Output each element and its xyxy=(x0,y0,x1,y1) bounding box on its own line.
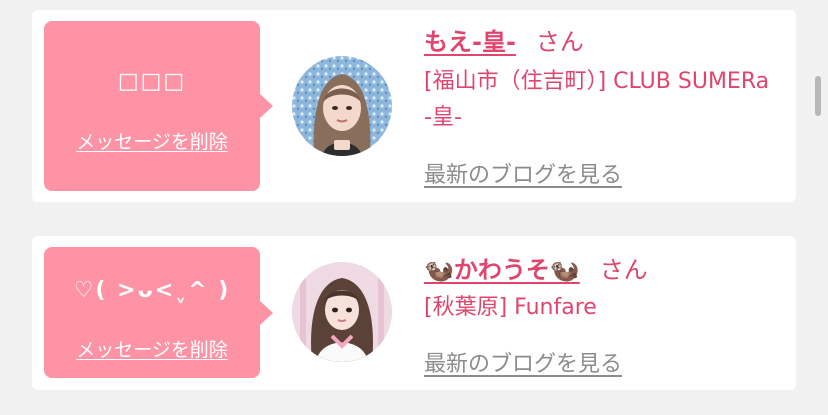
avatar-photo xyxy=(292,262,392,362)
message-card: ♡( >ᴗ<ˬ^ ) メッセージを削除 🦦かわうそ🦦 さん [秋葉原] Funfa… xyxy=(32,236,796,390)
scrollbar-thumb[interactable] xyxy=(815,76,821,116)
shop-info: [福山市（住吉町）] CLUB SUMERa -皇- xyxy=(424,69,770,130)
honorific: さん xyxy=(599,256,648,284)
message-bubble: ♡( >ᴗ<ˬ^ ) メッセージを削除 xyxy=(44,247,273,378)
shop-info: [秋葉原] Funfare xyxy=(424,295,597,320)
sender-name-link[interactable]: もえ-皇- xyxy=(424,28,516,56)
avatar-photo xyxy=(292,56,392,156)
honorific: さん xyxy=(535,28,584,56)
latest-blog-link[interactable]: 最新のブログを見る xyxy=(424,157,622,189)
message-text: ♡( >ᴗ<ˬ^ ) xyxy=(73,278,231,303)
sender-name-line: もえ-皇- さん xyxy=(424,22,584,57)
delete-message-link[interactable]: メッセージを削除 xyxy=(44,127,260,154)
sender-name-link[interactable]: 🦦かわうそ🦦 xyxy=(424,256,580,284)
message-bubble: □□□ メッセージを削除 xyxy=(44,21,273,191)
message-card: □□□ メッセージを削除 もえ-皇- さん [福山市（住吉町）] CLUB SU… xyxy=(32,10,796,202)
latest-blog-link[interactable]: 最新のブログを見る xyxy=(424,346,622,378)
avatar[interactable] xyxy=(292,262,392,362)
sender-name-line: 🦦かわうそ🦦 さん xyxy=(424,250,648,285)
message-text: □□□ xyxy=(117,69,187,94)
avatar[interactable] xyxy=(292,56,392,156)
delete-message-link[interactable]: メッセージを削除 xyxy=(44,335,260,362)
